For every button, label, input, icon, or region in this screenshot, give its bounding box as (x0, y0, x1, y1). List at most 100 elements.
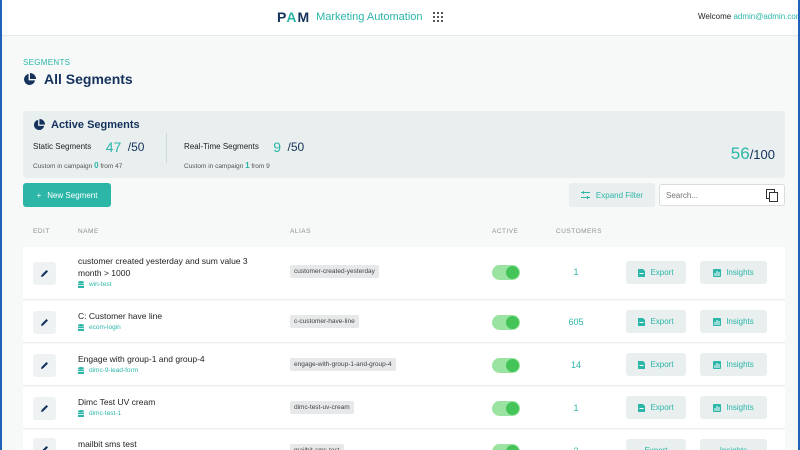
insights-button[interactable]: Insights (700, 310, 767, 333)
static-sub: Custom in campaign 0 from 47 (33, 161, 123, 170)
pencil-icon (42, 446, 48, 450)
pencil-icon (41, 319, 48, 326)
active-toggle[interactable] (492, 444, 520, 450)
segment-database: dimc-test-1 (78, 410, 121, 417)
filter-sliders-icon (580, 191, 590, 199)
table-row: customer created yesterday and sum value… (23, 247, 785, 300)
pie-chart-icon (33, 119, 45, 131)
edit-button[interactable] (33, 311, 56, 334)
copy-icon[interactable] (766, 189, 778, 202)
file-export-icon (638, 317, 646, 326)
customer-count[interactable]: 3 (546, 446, 606, 450)
table-header: EDIT NAME ALIAS ACTIVE CUSTOMERS (23, 228, 785, 240)
file-export-icon (638, 360, 646, 369)
pie-chart-icon (24, 72, 36, 85)
export-button[interactable]: Export (626, 439, 686, 450)
search-box (659, 184, 785, 206)
export-button[interactable]: Export (626, 310, 686, 333)
page-title-row: All Segments (23, 71, 133, 87)
table-row: Engage with group-1 and group-4 dimc-9-l… (23, 344, 785, 386)
top-bar: PAM Marketing Automation Welcome admin@a… (2, 0, 798, 36)
realtime-max: /50 (287, 139, 305, 154)
static-segments-stat: Static Segments 47 /50 Custom in campaig… (33, 138, 144, 170)
user-email[interactable]: admin@admin.com (733, 12, 798, 21)
breadcrumb[interactable]: SEGMENTS (23, 58, 70, 67)
total-value: 56 (730, 144, 750, 163)
pencil-icon (41, 405, 48, 412)
search-input[interactable] (666, 188, 756, 203)
file-export-icon (638, 403, 646, 412)
file-export-icon (638, 268, 646, 277)
active-segments-card: Active Segments Static Segments 47 /50 C… (23, 111, 785, 178)
chart-icon (713, 360, 722, 369)
plus-icon: + (36, 190, 42, 200)
database-icon (78, 367, 84, 374)
edit-button[interactable] (33, 354, 56, 377)
database-icon (78, 281, 84, 288)
column-customers: CUSTOMERS (556, 228, 602, 235)
table-row: C: Customer have line ecom-login c-custo… (23, 301, 785, 343)
total-segments: 56/100 (731, 144, 775, 164)
edit-button[interactable] (33, 397, 56, 420)
edit-button[interactable] (33, 262, 56, 285)
segment-alias: engage-with-group-1-and-group-4 (290, 358, 396, 371)
stat-divider (166, 133, 167, 163)
expand-filter-button[interactable]: Expand Filter (569, 183, 655, 207)
pam-logo: PAM (277, 9, 311, 25)
app-name: Marketing Automation (316, 11, 423, 23)
segment-name[interactable]: C: Customer have line (78, 310, 258, 322)
total-max: /100 (749, 147, 775, 162)
column-active: ACTIVE (492, 228, 519, 235)
customer-count[interactable]: 1 (546, 267, 606, 277)
segment-alias: c-customer-have-line (290, 315, 359, 328)
insights-button[interactable]: Insights (700, 439, 767, 450)
static-max: /50 (127, 139, 145, 154)
customer-count[interactable]: 14 (546, 360, 606, 370)
realtime-value: 9 (273, 138, 282, 155)
summary-header: Active Segments (33, 119, 140, 131)
insights-button[interactable]: Insights (700, 261, 767, 284)
segment-alias: dimc-test-uv-cream (290, 401, 354, 414)
export-button[interactable]: Export (626, 353, 686, 376)
customer-count[interactable]: 1 (546, 403, 606, 413)
segment-name[interactable]: Engage with group-1 and group-4 (78, 353, 258, 365)
chart-icon (713, 403, 722, 412)
segment-name[interactable]: Dimc Test UV cream (78, 396, 258, 408)
summary-title: Active Segments (51, 119, 140, 131)
pencil-icon (41, 270, 48, 277)
realtime-sub: Custom in campaign 1 from 9 (184, 161, 270, 170)
static-value: 47 (105, 138, 122, 155)
realtime-segments-stat: Real-Time Segments 9 /50 Custom in campa… (184, 138, 304, 170)
column-edit: EDIT (33, 228, 50, 235)
new-segment-button[interactable]: + New Segment (23, 183, 111, 207)
segment-alias: mailbit-sms-test (290, 444, 344, 450)
pencil-icon (41, 362, 48, 369)
brand[interactable]: PAM Marketing Automation (277, 9, 443, 25)
database-icon (78, 410, 84, 417)
insights-button[interactable]: Insights (700, 396, 767, 419)
active-toggle[interactable] (492, 358, 520, 373)
segment-name[interactable]: mailbit sms test (78, 438, 258, 450)
customer-count[interactable]: 605 (546, 317, 606, 327)
page-title: All Segments (44, 71, 133, 87)
segment-name[interactable]: customer created yesterday and sum value… (78, 255, 258, 279)
column-name: NAME (78, 228, 99, 235)
chart-icon (713, 268, 722, 277)
segment-alias: customer-created-yesterday (290, 265, 379, 278)
app-grid-icon[interactable] (432, 12, 443, 22)
static-label: Static Segments (33, 142, 92, 152)
table-row: mailbit sms test mailbit-sms-test 3 Expo… (23, 430, 785, 450)
export-button[interactable]: Export (626, 396, 686, 419)
insights-button[interactable]: Insights (700, 353, 767, 376)
edit-button[interactable] (33, 438, 56, 450)
welcome-text: Welcome admin@admin.com (698, 12, 798, 21)
database-icon (78, 324, 84, 331)
column-alias: ALIAS (290, 228, 311, 235)
active-toggle[interactable] (492, 265, 520, 280)
export-button[interactable]: Export (626, 261, 686, 284)
realtime-label: Real-Time Segments (184, 142, 259, 152)
active-toggle[interactable] (492, 401, 520, 416)
segment-database: ecom-login (78, 324, 121, 331)
active-toggle[interactable] (492, 315, 520, 330)
segment-database: win-test (78, 281, 111, 288)
